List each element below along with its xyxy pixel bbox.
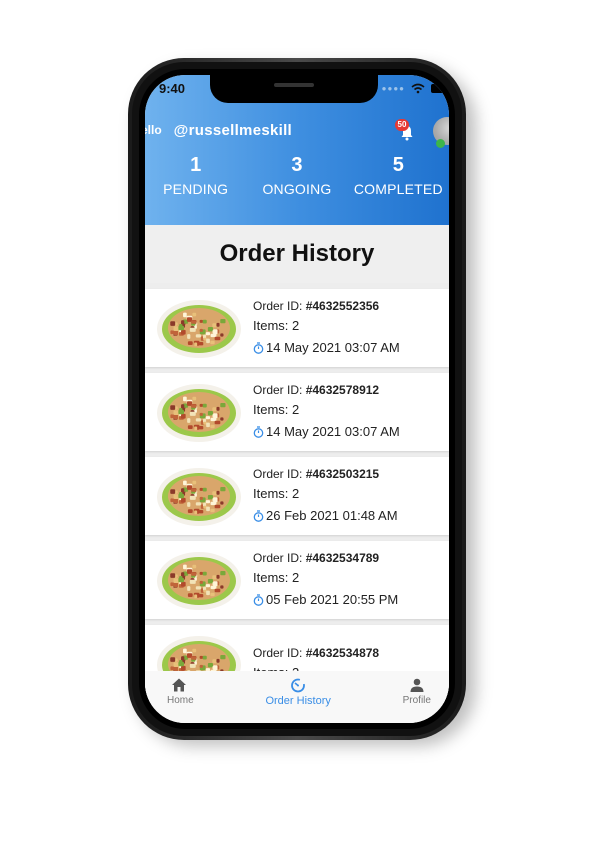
order-id: #4632534878	[305, 646, 380, 660]
battery-icon	[431, 84, 449, 93]
timer-icon	[253, 510, 264, 522]
greeting-text: ello	[145, 123, 162, 137]
order-card[interactable]: Order ID: #4632552356 Items: 2 14 May 20…	[145, 289, 449, 367]
salad-thumbnail	[157, 468, 241, 526]
timer-icon	[253, 594, 264, 606]
stat-label: COMPLETED	[353, 181, 443, 197]
notifications-button[interactable]: 50	[395, 119, 419, 143]
phone-frame: 9:40 ●●●● ello @russellmeskill	[128, 58, 466, 740]
app-header: 9:40 ●●●● ello @russellmeskill	[145, 75, 449, 225]
status-icons: ●●●●	[382, 83, 449, 94]
profile-icon	[410, 678, 424, 692]
phone-notch	[210, 75, 378, 103]
wifi-icon	[411, 83, 425, 94]
signal-icon: ●●●●	[381, 84, 405, 93]
stat-ongoing[interactable]: 3 ONGOING	[247, 153, 347, 197]
salad-thumbnail	[157, 300, 241, 358]
page-title: Order History	[219, 240, 375, 267]
order-id: #4632578912	[305, 383, 380, 397]
stat-value: 1	[190, 154, 202, 176]
app-screen: 9:40 ●●●● ello @russellmeskill	[145, 75, 449, 723]
salad-thumbnail	[157, 384, 241, 442]
nav-home[interactable]: Home	[167, 677, 194, 723]
order-id-label: Order ID:	[253, 299, 306, 313]
order-card[interactable]: Order ID: #4632503215 Items: 2 26 Feb 20…	[145, 457, 449, 535]
notification-badge: 50	[395, 119, 409, 131]
order-stats: 1 PENDING 3 ONGOING 5 COMPLETED	[145, 153, 449, 197]
order-items: Items: 2	[253, 402, 300, 417]
nav-label: Home	[167, 695, 194, 706]
order-list: Order ID: #4632552356 Items: 2 14 May 20…	[145, 283, 449, 723]
order-card[interactable]: Order ID: #4632534789 Items: 2 05 Feb 20…	[145, 541, 449, 619]
order-id: #4632503215	[305, 467, 380, 481]
page-title-bar: Order History	[145, 225, 449, 283]
order-id: #4632534789	[305, 551, 380, 565]
stat-value: 5	[392, 154, 404, 176]
timer-icon	[253, 342, 264, 354]
order-items: Items: 2	[253, 486, 300, 501]
order-history-icon	[291, 678, 306, 693]
username: @russellmeskill	[173, 121, 293, 139]
order-id-label: Order ID:	[253, 646, 306, 660]
stat-completed[interactable]: 5 COMPLETED	[348, 153, 448, 197]
timer-icon	[253, 426, 264, 438]
status-time: 9:40	[159, 81, 186, 96]
nav-order-history[interactable]: Order History	[258, 677, 338, 723]
nav-label: Profile	[402, 695, 431, 706]
stat-label: ONGOING	[262, 181, 332, 197]
online-status-indicator	[436, 139, 445, 148]
order-id-label: Order ID:	[253, 383, 306, 397]
stat-value: 3	[291, 154, 303, 176]
order-date: 26 Feb 2021 01:48 AM	[266, 508, 398, 523]
stat-label: PENDING	[163, 181, 229, 197]
order-id-label: Order ID:	[253, 551, 306, 565]
bottom-nav: Home Order History Profile	[145, 671, 449, 723]
nav-profile[interactable]: Profile	[403, 677, 431, 723]
order-date: 14 May 2021 03:07 AM	[266, 340, 400, 355]
order-items: Items: 2	[253, 570, 300, 585]
order-id-label: Order ID:	[253, 467, 306, 481]
order-card[interactable]: Order ID: #4632578912 Items: 2 14 May 20…	[145, 373, 449, 451]
stat-pending[interactable]: 1 PENDING	[146, 153, 246, 197]
order-date: 05 Feb 2021 20:55 PM	[266, 592, 399, 607]
order-items: Items: 2	[253, 318, 300, 333]
salad-thumbnail	[157, 552, 241, 610]
home-icon	[172, 678, 186, 692]
greeting-row: ello @russellmeskill 50	[145, 115, 449, 148]
nav-label: Order History	[265, 695, 331, 707]
order-id: #4632552356	[305, 299, 380, 313]
order-date: 14 May 2021 03:07 AM	[266, 424, 400, 439]
